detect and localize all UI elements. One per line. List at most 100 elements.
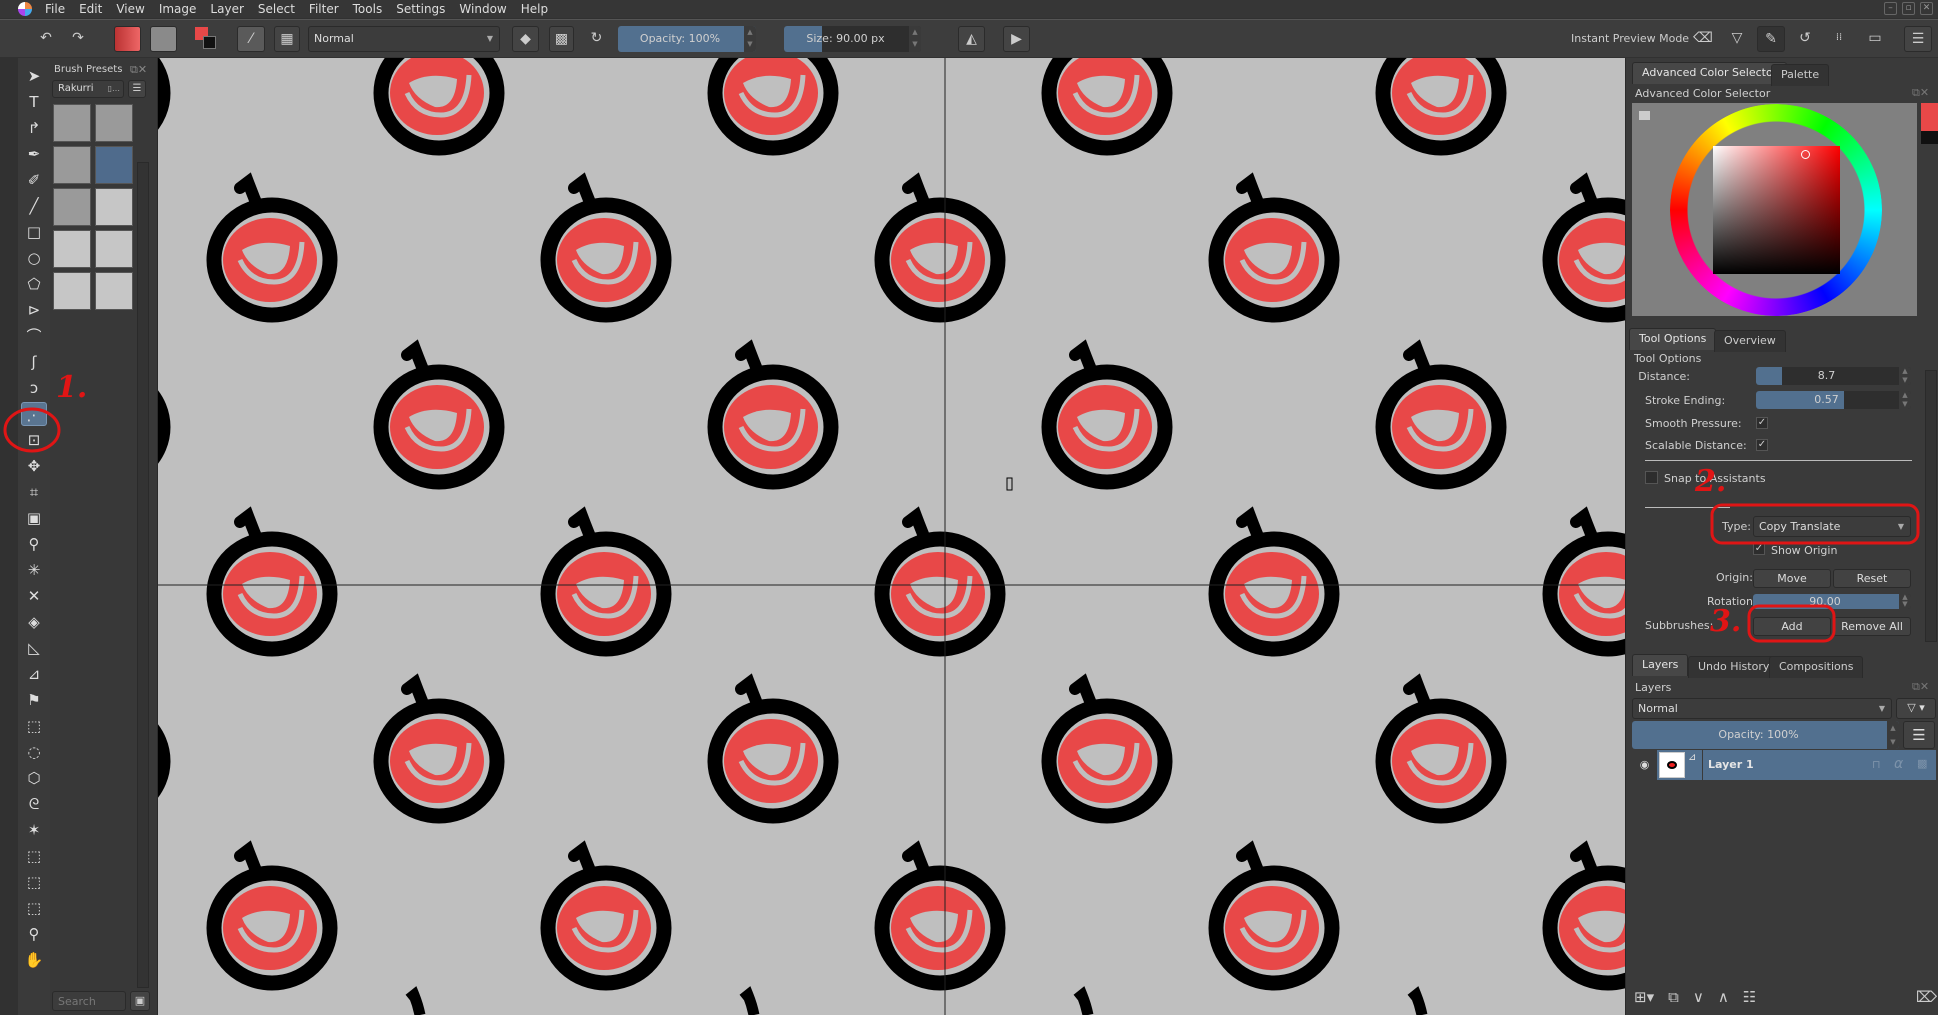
presets-scrollbar[interactable] (137, 162, 149, 988)
brush-preset-multibrush-rotate[interactable] (53, 272, 91, 310)
distance-slider[interactable]: 8.7 ▲ ▼ (1756, 367, 1911, 385)
close-icon[interactable]: ✕ (1920, 2, 1933, 15)
menu-select[interactable]: Select (251, 2, 302, 16)
select-shapes-tool-icon[interactable]: ➤ (21, 64, 47, 88)
brush-preset-ink-squiggle[interactable] (95, 104, 133, 142)
undo-icon[interactable]: ↶ (36, 26, 56, 52)
dynamic-brush-tool-icon[interactable]: ↄ (21, 376, 47, 400)
layer-blend-mode-select[interactable]: Normal ▼ (1632, 698, 1892, 719)
assistant-tool-icon[interactable]: ✕ (21, 584, 47, 608)
recent-color-swatch[interactable] (1921, 131, 1938, 144)
pattern-selector-button[interactable] (150, 26, 177, 52)
tool-options-scrollbar[interactable] (1925, 370, 1937, 642)
menu-edit[interactable]: Edit (72, 2, 109, 16)
minimize-icon[interactable]: – (1884, 2, 1897, 15)
fill-tool-icon[interactable]: ◈ (21, 610, 47, 634)
float-close-icons[interactable]: ⧉✕ (130, 63, 147, 77)
menu-view[interactable]: View (109, 2, 151, 16)
mirror-horizontal-icon[interactable]: ◭ (958, 26, 985, 52)
spin-arrows-icon[interactable]: ▲ ▼ (909, 26, 921, 52)
layer-properties-icon[interactable]: ☰ (1903, 721, 1935, 749)
tab-compositions[interactable]: Compositions (1769, 656, 1864, 678)
measure-tool-icon[interactable]: ◺ (21, 636, 47, 660)
inherit-alpha-icon[interactable]: ▩ (1917, 756, 1927, 772)
eye-icon[interactable]: ◉ (1632, 750, 1657, 780)
show-origin-checkbox[interactable]: ✓ (1753, 543, 1765, 555)
brush-preset-multibrush-origin[interactable] (95, 272, 133, 310)
brush-preset-multibrush-radial[interactable] (95, 188, 133, 226)
opacity-slider[interactable]: Opacity: 100% ▲ ▼ (618, 26, 756, 52)
color-swatches[interactable] (193, 26, 223, 52)
layer-name[interactable]: Layer 1 (1702, 750, 1868, 780)
preset-search-input[interactable]: Search (52, 991, 126, 1011)
color-picker-handle[interactable] (1801, 150, 1810, 159)
layer-row[interactable]: ◉ ⊿ Layer 1 ⊓ α ▩ (1632, 750, 1936, 780)
reset-rotation-icon[interactable]: ↺ (1794, 26, 1816, 52)
crop-tool-icon[interactable]: ⌗ (21, 480, 47, 504)
menu-tools[interactable]: Tools (346, 2, 390, 16)
docker-menu-icon[interactable]: ☰ (1904, 26, 1932, 52)
rectangle-tool-icon[interactable]: □ (21, 220, 47, 244)
rotation-slider[interactable]: 90.00 ▲ ▼ (1753, 594, 1911, 609)
canvas[interactable] (158, 58, 1625, 1015)
spin-arrows-icon[interactable]: ▲ ▼ (744, 26, 756, 52)
add-layer-icon[interactable]: ⊞▾ (1634, 988, 1654, 1006)
filter-icon[interactable]: ▽ (1726, 26, 1748, 52)
blend-mode-select[interactable]: Normal ▼ (308, 26, 500, 52)
ellipse-select-tool-icon[interactable]: ◌ (21, 740, 47, 764)
polygon-tool-icon[interactable]: ⬠ (21, 272, 47, 296)
redo-icon[interactable]: ↷ (68, 26, 88, 52)
bezier-select-tool-icon[interactable]: ⬚ (21, 870, 47, 894)
polygon-select-tool-icon[interactable]: ⬡ (21, 766, 47, 790)
menu-file[interactable]: File (38, 2, 72, 16)
reload-preset-icon[interactable]: ↻ (584, 26, 609, 52)
brush-preset-multibrush-mirror-rotate[interactable] (95, 230, 133, 268)
saturation-value-square[interactable] (1713, 146, 1840, 274)
alpha-lock-icon[interactable]: ▩ (549, 26, 574, 52)
recent-color-swatch[interactable] (1921, 103, 1938, 131)
layer-settings-icon[interactable]: ☷ (1743, 988, 1756, 1006)
text-tool-icon[interactable]: T (21, 90, 47, 114)
scalable-distance-checkbox[interactable]: ✓ (1756, 439, 1768, 451)
transform-tool-icon[interactable]: ⊡ (21, 428, 47, 452)
reset-origin-button[interactable]: Reset (1833, 569, 1911, 588)
eraser-icon[interactable]: ◆ (512, 26, 539, 52)
freehand-brush-tool-icon[interactable]: ✐ (21, 168, 47, 192)
reference-tool-icon[interactable]: ⚑ (21, 688, 47, 712)
bezier-tool-icon[interactable]: ⌒ (21, 324, 47, 348)
layer-opacity-slider[interactable]: Opacity: 100% ▲ ▼ (1632, 721, 1899, 749)
brush-preset-soft-round[interactable] (53, 104, 91, 142)
pan-tool-icon[interactable]: ✋ (21, 948, 47, 972)
color-picker-tool-icon[interactable]: ⚲ (21, 532, 47, 556)
calligraphy-tool-icon[interactable]: ✒ (21, 142, 47, 166)
clear-icon[interactable]: ⌫ (1692, 26, 1714, 52)
smart-patch-tool-icon[interactable]: ✳ (21, 558, 47, 582)
edit-shapes-tool-icon[interactable]: ↱ (21, 116, 47, 140)
freehand-select-tool-icon[interactable]: ᘓ (21, 792, 47, 816)
magic-wand-tool-icon[interactable]: ✶ (21, 818, 47, 842)
multibrush-tool-icon[interactable]: ⋰ (21, 402, 47, 426)
brush-preset-multibrush-symmetry[interactable] (53, 230, 91, 268)
menu-window[interactable]: Window (452, 2, 513, 16)
zoom-tool-icon[interactable]: ⚲ (21, 922, 47, 946)
rect-select-tool-icon[interactable]: ⬚ (21, 714, 47, 738)
gradient-selector-button[interactable] (114, 26, 141, 52)
magnetic-select-tool-icon[interactable]: ⬚ (21, 896, 47, 920)
lock-icon[interactable]: ⊓ (1872, 758, 1881, 772)
menu-layer[interactable]: Layer (203, 2, 250, 16)
menu-image[interactable]: Image (152, 2, 204, 16)
move-layer-down-icon[interactable]: ∨ (1693, 988, 1704, 1006)
menu-help[interactable]: Help (514, 2, 555, 16)
brush-preset-smudge[interactable] (53, 146, 91, 184)
float-close-icons[interactable]: ⧉✕ (1912, 86, 1929, 100)
brush-preset-button[interactable]: ⁄ (237, 26, 265, 52)
workspace-grid-icon[interactable]: ▦ (274, 26, 300, 52)
color-selector-area[interactable] (1632, 103, 1917, 316)
mirror-vertical-icon[interactable]: ▶ (1003, 26, 1030, 52)
move-tool-icon[interactable]: ✥ (21, 454, 47, 478)
ellipse-tool-icon[interactable]: ○ (21, 246, 47, 270)
tab-layers[interactable]: Layers (1632, 654, 1689, 676)
settings-icon[interactable] (1639, 111, 1650, 120)
tab-palette[interactable]: Palette (1771, 64, 1830, 86)
gradient-tool-icon[interactable]: ▣ (21, 506, 47, 530)
